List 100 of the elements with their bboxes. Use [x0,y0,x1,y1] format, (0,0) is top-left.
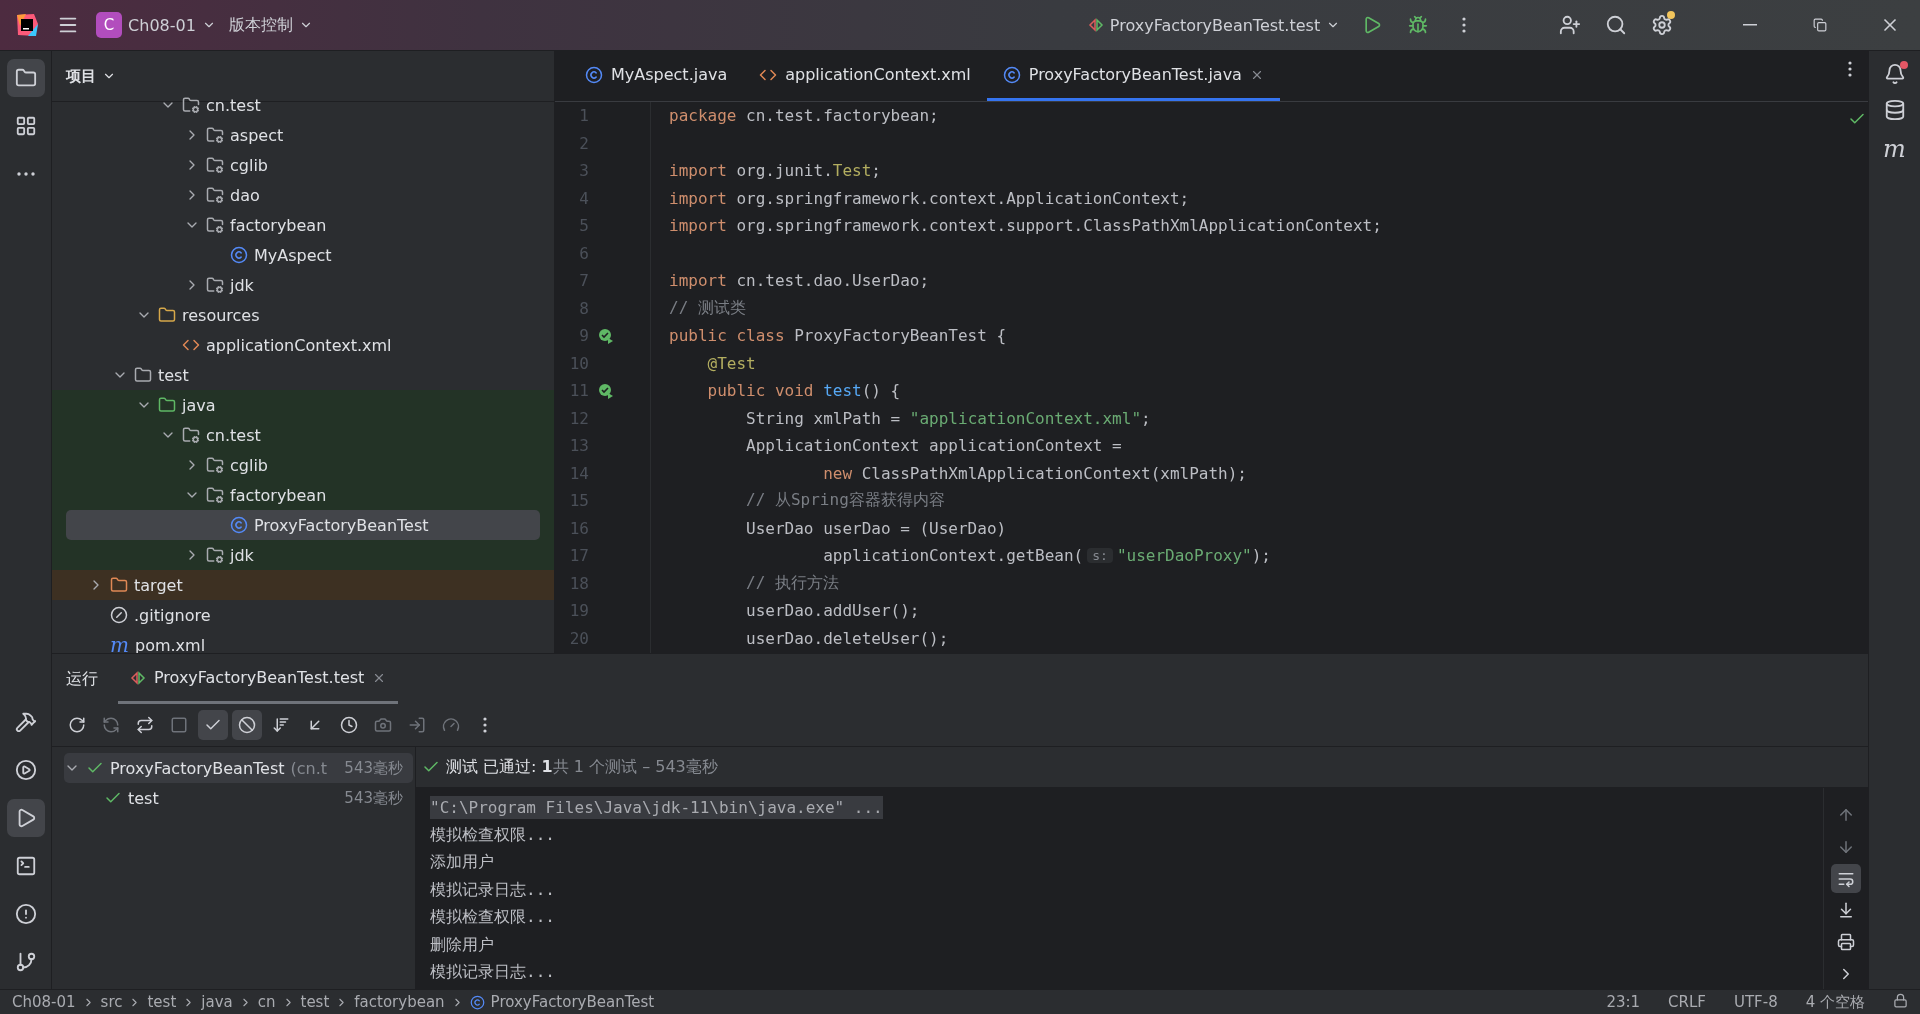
test-package: (cn.t [290,758,328,778]
project-folder-icon [14,67,37,89]
maven-tool-button[interactable]: m [1883,135,1906,163]
code-line: new ClassPathXmlApplicationContext(xmlPath); [822,462,1248,485]
more-icon [483,717,487,733]
editor-tab[interactable]: ProxyFactoryBeanTest.java [986,51,1280,101]
breadcrumb[interactable]: cn [257,993,276,1011]
console-line: 模拟记录日志... [430,961,555,984]
ignored-button[interactable] [232,710,262,740]
test-time: 543毫秒 [344,788,404,808]
project-panel-title[interactable]: 项目 [66,66,116,86]
code-line: @Test [706,352,757,375]
project-folder-tool-button[interactable] [6,59,45,97]
breadcrumb[interactable]: java [201,993,233,1011]
code-line: userDao.addUser(); [745,600,921,623]
folder-icon [158,396,176,414]
run-config-selector[interactable]: ProxyFactoryBeanTest.test [1084,7,1344,43]
bell-icon [1883,63,1906,85]
package-folder-icon [206,486,224,504]
project-name: Ch08-01 [128,15,196,35]
class-icon [230,246,248,264]
console-line: 模拟检查权限... [430,906,555,929]
tree-item[interactable]: jdk [66,270,540,300]
run-test-icon[interactable] [597,326,615,345]
tree-item[interactable]: dao [66,180,540,210]
problems-icon [14,903,37,925]
breadcrumb[interactable]: factorybean [354,993,445,1011]
breadcrumb[interactable]: src [100,993,123,1011]
code-line: userDao.deleteUser(); [745,627,950,650]
tree-item[interactable]: cn.test [66,90,540,120]
terminal-icon [14,855,37,877]
package-folder-icon [206,546,224,564]
folder-icon [134,366,152,384]
code-line: import org.springframework.context.support.ClassPathXmlApplicationContext; [669,215,1383,238]
scroll-to-end-icon [1837,901,1855,920]
run-panel-title: 运行 [66,667,98,690]
check-button[interactable] [198,710,228,740]
run-tab[interactable]: ProxyFactoryBeanTest.test [118,654,399,704]
code-line: public void test() { [706,380,902,403]
code-line: package cn.test.factorybean; [669,105,940,128]
package-folder-icon [182,96,200,114]
user-plus-icon [1559,14,1581,36]
notifications-button[interactable] [1883,63,1906,85]
test-name: ProxyFactoryBeanTest [110,758,285,778]
services-icon [14,759,37,781]
class-icon [230,516,248,534]
print-icon [1837,933,1855,952]
git-icon [14,951,37,973]
indent-setting[interactable]: 4 个空格 [1805,992,1865,1012]
run-tool-button[interactable] [6,799,45,837]
code-line: import org.junit.Test; [669,160,882,183]
tree-item[interactable]: MyAspect [66,240,540,270]
run-config-name: ProxyFactoryBeanTest.test [1109,15,1321,35]
maven-icon: m [110,633,129,653]
package-folder-icon [206,216,224,234]
test-time: 543毫秒 [344,758,404,778]
file-encoding[interactable]: UTF-8 [1733,993,1778,1011]
tree-item[interactable]: factorybean [66,210,540,240]
breadcrumb[interactable]: test [300,993,330,1011]
code-line: // 执行方法 [745,571,840,594]
breadcrumb[interactable]: Ch08-01 [12,993,76,1011]
database-icon[interactable] [1883,99,1906,121]
build-icon [14,711,37,733]
line-ending[interactable]: CRLF [1668,993,1706,1011]
code-line: String xmlPath = "applicationContext.xml"; [745,407,1152,430]
test-suite-item[interactable]: ProxyFactoryBeanTest (cn.t 543毫秒 [64,753,413,783]
editor-tab[interactable]: MyAspect.java [569,51,744,101]
tree-item[interactable]: aspect [66,120,540,150]
rerun-failed-icon [102,716,120,734]
tree-item[interactable]: resources [66,300,540,330]
breadcrumb[interactable]: ProxyFactoryBeanTest [490,993,655,1011]
tree-item[interactable]: .gitignore [66,600,540,630]
vcs-menu[interactable]: 版本控制 [226,7,316,43]
sort-icon [272,716,290,734]
search-icon [1605,14,1627,36]
test-name: test [128,788,159,808]
test-item[interactable]: test 543毫秒 [64,783,413,813]
editor-tab[interactable]: applicationContext.xml [743,51,987,101]
code-line: UserDao userDao = (UserDao) [745,517,1008,540]
tree-item[interactable]: cglib [66,150,540,180]
breadcrumb[interactable]: test [147,993,177,1011]
tree-item[interactable]: applicationContext.xml [66,330,540,360]
package-folder-icon [206,156,224,174]
code-line: // 从Spring容器获得内容 [745,489,946,512]
lock-icon[interactable] [1893,992,1908,1008]
wrap-button[interactable] [1831,863,1861,894]
tree-item[interactable]: ProxyFactoryBeanTest [66,510,540,540]
package-folder-icon [206,186,224,204]
app-logo-icon[interactable] [14,12,40,38]
folder-icon [110,576,128,594]
bug-icon [1408,15,1428,35]
tree-item[interactable]: m pom.xml [66,630,540,653]
code-line: applicationContext.getBean( s: "userDaoProxy"); [822,545,1272,568]
tree-item[interactable]: test [66,360,540,390]
project-badge: C [96,12,123,38]
cursor-position[interactable]: 23:1 [1606,993,1641,1011]
run-test-icon[interactable] [597,381,615,400]
notification-dot [1899,61,1908,69]
project-selector[interactable]: C Ch08-01 [96,7,216,43]
toggle-auto-test-icon [136,716,154,734]
